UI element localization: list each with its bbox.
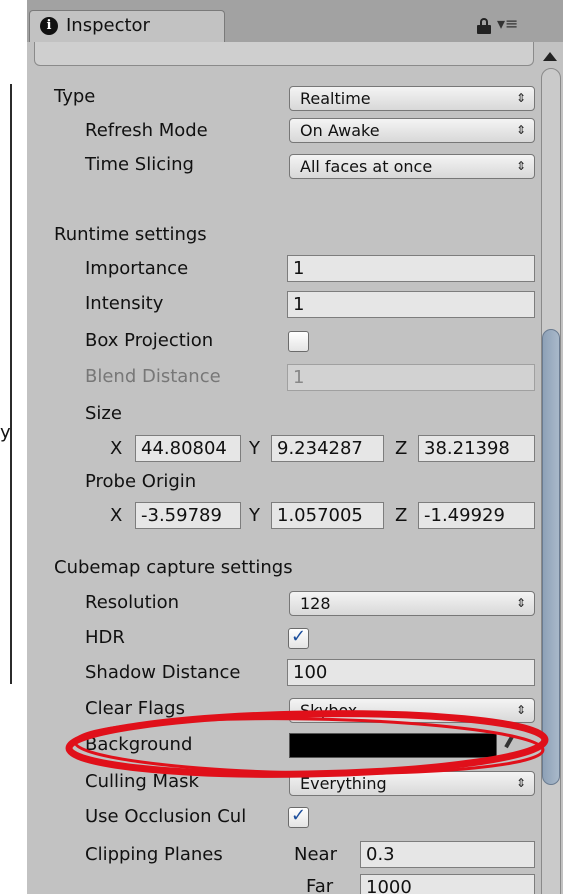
lock-icon[interactable] xyxy=(477,18,491,34)
tab-title: Inspector xyxy=(66,15,150,36)
type-value: Realtime xyxy=(300,89,371,108)
type-dropdown[interactable]: Realtime ⇕ xyxy=(289,86,535,111)
probe-origin-label: Probe Origin xyxy=(85,471,197,492)
probe-origin-x-field[interactable]: -3.59789 xyxy=(135,502,241,529)
probe-origin-y-field[interactable]: 1.057005 xyxy=(271,502,384,529)
blend-distance-label: Blend Distance xyxy=(85,366,221,387)
menu-icon[interactable]: ▾≡ xyxy=(497,14,518,33)
background-label: Background xyxy=(85,734,193,755)
clear-flags-label: Clear Flags xyxy=(85,698,185,719)
box-projection-checkbox[interactable] xyxy=(288,331,309,352)
size-label: Size xyxy=(85,403,122,424)
occlusion-label: Use Occlusion Cul xyxy=(85,806,247,827)
resolution-label: Resolution xyxy=(85,592,180,613)
size-z-field[interactable]: 38.21398 xyxy=(418,435,535,462)
clipping-far-label: Far xyxy=(306,876,334,894)
dropdown-arrows-icon: ⇕ xyxy=(515,596,526,610)
dropdown-arrows-icon: ⇕ xyxy=(515,123,526,137)
importance-field[interactable]: 1 xyxy=(287,255,535,282)
intensity-field[interactable]: 1 xyxy=(287,291,535,318)
refresh-mode-label: Refresh Mode xyxy=(85,120,208,141)
collapsed-header-strip xyxy=(34,42,534,66)
inspector-window: i Inspector ▾≡ Type Realtime ⇕ Refresh Mo… xyxy=(27,0,563,894)
time-slicing-label: Time Slicing xyxy=(85,154,194,175)
scroll-up-arrow-icon[interactable] xyxy=(543,52,557,61)
size-y-label: Y xyxy=(249,438,260,459)
clipping-far-field[interactable]: 1000 xyxy=(360,874,535,894)
intensity-label: Intensity xyxy=(85,293,164,314)
scroll-track[interactable] xyxy=(541,68,561,894)
background-color-swatch[interactable] xyxy=(289,733,497,758)
shadow-distance-field[interactable]: 100 xyxy=(287,659,535,686)
blend-distance-field: 1 xyxy=(287,364,535,391)
cubemap-settings-header: Cubemap capture settings xyxy=(54,557,293,578)
dropdown-arrows-icon: ⇕ xyxy=(515,91,526,105)
resolution-value: 128 xyxy=(300,594,331,613)
dropdown-arrows-icon: ⇕ xyxy=(515,776,526,790)
dropdown-arrows-icon: ⇕ xyxy=(515,159,526,173)
culling-mask-dropdown[interactable]: Everything ⇕ xyxy=(289,771,535,796)
time-slicing-dropdown[interactable]: All faces at once ⇕ xyxy=(289,154,535,179)
box-projection-label: Box Projection xyxy=(85,330,214,351)
dropdown-arrows-icon: ⇕ xyxy=(515,703,526,717)
culling-mask-value: Everything xyxy=(300,774,387,793)
probe-origin-z-label: Z xyxy=(395,505,408,526)
culling-mask-label: Culling Mask xyxy=(85,771,199,792)
resolution-dropdown[interactable]: 128 ⇕ xyxy=(289,591,535,616)
probe-origin-x-label: X xyxy=(110,505,123,526)
checkmark-icon: ✓ xyxy=(291,626,307,647)
hdr-label: HDR xyxy=(85,627,125,648)
refresh-mode-value: On Awake xyxy=(300,121,380,140)
clipping-planes-label: Clipping Planes xyxy=(85,844,223,865)
vertical-scrollbar[interactable] xyxy=(539,42,563,894)
refresh-mode-dropdown[interactable]: On Awake ⇕ xyxy=(289,118,535,143)
size-y-field[interactable]: 9.234287 xyxy=(271,435,384,462)
type-label: Type xyxy=(54,86,96,107)
occlusion-checkbox[interactable]: ✓ xyxy=(288,805,309,828)
stray-glyph: y xyxy=(0,422,11,443)
shadow-distance-label: Shadow Distance xyxy=(85,662,241,683)
tab-bar: i Inspector ▾≡ xyxy=(27,0,563,42)
clear-flags-value: Skybox xyxy=(300,701,358,720)
clipping-near-label: Near xyxy=(294,844,337,865)
divider xyxy=(10,84,12,684)
runtime-settings-header: Runtime settings xyxy=(54,224,207,245)
importance-label: Importance xyxy=(85,258,189,279)
size-x-label: X xyxy=(110,438,123,459)
eyedropper-icon[interactable] xyxy=(503,735,515,754)
size-z-label: Z xyxy=(395,438,408,459)
outer-margin: y xyxy=(0,0,27,894)
info-icon: i xyxy=(40,17,58,35)
clipping-near-field[interactable]: 0.3 xyxy=(360,841,535,868)
scroll-thumb[interactable] xyxy=(542,329,560,785)
clear-flags-dropdown[interactable]: Skybox ⇕ xyxy=(289,698,535,723)
probe-origin-z-field[interactable]: -1.49929 xyxy=(418,502,535,529)
checkmark-icon: ✓ xyxy=(291,805,307,826)
size-x-field[interactable]: 44.80804 xyxy=(135,435,241,462)
tab-inspector[interactable]: i Inspector xyxy=(29,10,225,42)
probe-origin-y-label: Y xyxy=(249,505,260,526)
time-slicing-value: All faces at once xyxy=(300,157,433,176)
hdr-checkbox[interactable]: ✓ xyxy=(288,626,309,649)
